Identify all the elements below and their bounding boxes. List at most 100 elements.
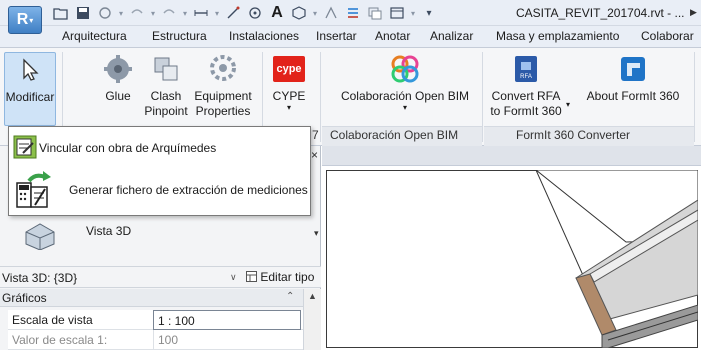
edit-type-icon: [246, 271, 257, 282]
tab-anotar[interactable]: Anotar: [375, 29, 410, 43]
about-formit-button[interactable]: About FormIt 360: [576, 52, 690, 104]
open-bim-label: Colaboración Open BIM: [340, 89, 470, 103]
open-bim-icon: [388, 52, 422, 86]
equipment-icon: [206, 52, 240, 86]
tab-insertar[interactable]: Insertar: [316, 29, 357, 43]
open-bim-button[interactable]: Colaboración Open BIM ▾: [330, 52, 480, 112]
cype-button[interactable]: cype CYPE ▾: [266, 52, 312, 112]
dropdown-arrow-icon[interactable]: ▾: [182, 9, 188, 18]
measure-icon[interactable]: [192, 4, 210, 22]
scale-value-field: 100: [153, 330, 301, 350]
clash-icon: [149, 52, 183, 86]
svg-text:RFA: RFA: [520, 74, 532, 80]
quick-access-toolbar: ▾ ▾ ▾ ▾ A ▾ ▾ ▾ CASITA_REVIT_201704.rvt …: [0, 0, 701, 26]
quick-access-icons: ▾ ▾ ▾ ▾ A ▾ ▾ ▾: [52, 4, 438, 22]
open-bim-panel-label: Colaboración Open BIM: [330, 128, 459, 142]
glue-label: Glue: [105, 89, 131, 103]
extract-measurements-icon: [15, 171, 55, 211]
section-icon[interactable]: [322, 4, 340, 22]
graphics-group-header[interactable]: Gráficos ⌃: [0, 289, 303, 307]
menu-item-generar-fichero[interactable]: Generar fichero de extracción de medicio…: [9, 169, 310, 213]
type-selector[interactable]: Vista 3D ▾: [8, 216, 319, 262]
formit-panel-label: FormIt 360 Converter: [516, 128, 631, 142]
building-model[interactable]: [326, 170, 698, 348]
collapse-icon[interactable]: ⌃: [286, 291, 294, 302]
chevron-right-icon[interactable]: ▶: [690, 7, 697, 18]
tab-arquitectura[interactable]: Arquitectura: [62, 29, 127, 43]
property-row: Escala de vista 1 : 100: [8, 310, 303, 330]
tab-analizar[interactable]: Analizar: [430, 29, 473, 43]
cype-label: CYPE: [272, 89, 306, 103]
edit-type-label: Editar tipo: [260, 270, 315, 284]
chevron-down-icon: ▾: [402, 103, 407, 112]
property-name: Valor de escala 1:: [12, 333, 108, 347]
rfa-file-icon: RFA: [509, 52, 543, 86]
dimension-icon[interactable]: [224, 4, 242, 22]
properties-scrollbar[interactable]: ▲: [303, 289, 321, 350]
glue-icon: [101, 52, 135, 86]
view-tab-strip: [322, 146, 701, 166]
dropdown-arrow-icon[interactable]: ▾: [150, 9, 156, 18]
convert-rfa-label-1: Convert RFA: [491, 89, 561, 103]
chevron-down-icon: ▾: [29, 15, 34, 25]
cursor-icon: [13, 53, 47, 87]
instance-selector-label: Vista 3D: {3D}: [2, 271, 78, 285]
menu-item-label: Generar fichero de extracción de medicio…: [69, 183, 308, 197]
tab-estructura[interactable]: Estructura: [152, 29, 207, 43]
view-scale-field[interactable]: 1 : 100: [153, 310, 301, 330]
sync-icon[interactable]: [96, 4, 114, 22]
text-icon[interactable]: A: [268, 4, 286, 22]
redo-icon[interactable]: [160, 4, 178, 22]
chevron-down-icon[interactable]: ▾: [314, 228, 319, 239]
equipment-properties-button[interactable]: Equipment Properties: [190, 52, 256, 119]
cype-logo-icon: cype: [272, 52, 306, 86]
app-letter: R: [16, 11, 29, 28]
3d-view-icon: [22, 220, 58, 253]
tag-icon[interactable]: [246, 4, 264, 22]
tab-masa-emplazamiento[interactable]: Masa y emplazamiento: [496, 29, 619, 43]
clash-label-2: Pinpoint: [144, 104, 188, 118]
menu-item-vincular[interactable]: Vincular con obra de Arquímedes: [9, 131, 310, 165]
switch-windows-icon[interactable]: [388, 4, 406, 22]
property-name: Escala de vista: [12, 313, 93, 327]
property-row: Valor de escala 1: 100: [8, 330, 303, 350]
3d-view-icon[interactable]: [290, 4, 308, 22]
menu-item-label: Vincular con obra de Arquímedes: [39, 141, 217, 155]
close-hidden-icon[interactable]: [366, 4, 384, 22]
tab-instalaciones[interactable]: Instalaciones: [229, 29, 299, 43]
undo-icon[interactable]: [128, 4, 146, 22]
document-title: CASITA_REVIT_201704.rvt - ...: [516, 6, 685, 20]
scroll-up-icon[interactable]: ▲: [308, 291, 317, 301]
dropdown-arrow-icon[interactable]: ▾: [312, 9, 318, 18]
glue-button[interactable]: Glue: [98, 52, 138, 104]
view-type-label: Vista 3D: [86, 224, 132, 238]
equipment-label-1: Equipment: [194, 89, 252, 103]
chevron-down-icon: ▾: [286, 103, 291, 112]
edit-type-button[interactable]: Editar tipo: [246, 270, 314, 284]
thin-lines-icon[interactable]: [344, 4, 362, 22]
dropdown-arrow-icon[interactable]: ▾: [118, 9, 124, 18]
modify-label: Modificar: [5, 90, 55, 104]
about-formit-label: About FormIt 360: [586, 89, 680, 103]
application-menu-button[interactable]: R ▾: [8, 6, 42, 34]
cype-logo-text: cype: [273, 56, 305, 82]
link-arquimedes-icon: [13, 135, 37, 159]
open-icon[interactable]: [52, 4, 70, 22]
convert-rfa-dropdown-icon[interactable]: ▾: [566, 100, 570, 109]
clash-pinpoint-button[interactable]: Clash Pinpoint: [138, 52, 194, 119]
dropdown-arrow-icon[interactable]: ▾: [214, 9, 220, 18]
modify-button[interactable]: Modificar: [4, 52, 56, 126]
dropdown-arrow-icon[interactable]: ▾: [410, 9, 416, 18]
chevron-down-icon[interactable]: ∨: [230, 272, 237, 283]
convert-rfa-button[interactable]: RFA Convert RFA to FormIt 360: [486, 52, 566, 119]
ribbon-tabs: Arquitectura Estructura Instalaciones In…: [0, 26, 701, 48]
customize-icon[interactable]: ▾: [420, 4, 438, 22]
convert-rfa-label-2: to FormIt 360: [490, 104, 562, 118]
save-icon[interactable]: [74, 4, 92, 22]
equipment-label-2: Properties: [195, 104, 251, 118]
panel-divider: [482, 52, 483, 142]
instance-selector[interactable]: Vista 3D: {3D} ∨ Editar tipo: [0, 266, 321, 288]
formit-icon: [616, 52, 650, 86]
close-icon[interactable]: ×: [311, 148, 318, 162]
tab-colaborar[interactable]: Colaborar: [641, 29, 694, 43]
